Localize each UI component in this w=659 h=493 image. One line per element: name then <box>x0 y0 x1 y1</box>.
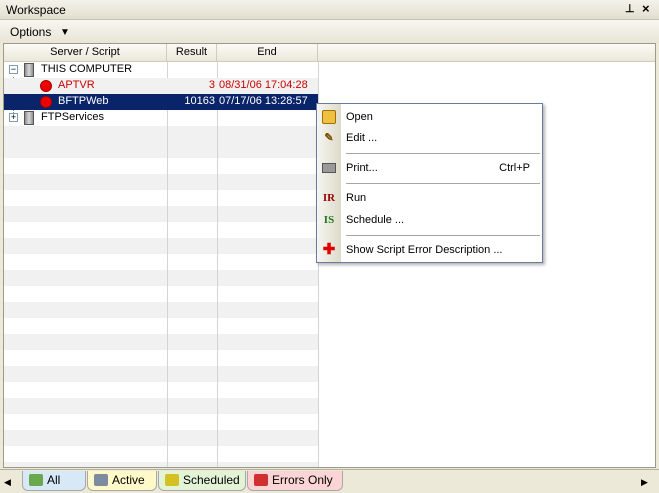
options-menu-button[interactable]: Options ▼ <box>4 23 74 40</box>
active-scripts-icon <box>94 474 108 486</box>
all-scripts-icon <box>29 474 43 486</box>
tab-errors-only[interactable]: Errors Only <box>247 471 343 491</box>
dropdown-arrow-icon: ▼ <box>60 27 70 38</box>
end-time: 08/31/06 17:04:28 <box>219 79 308 91</box>
scroll-left-icon[interactable]: ◀ <box>4 477 11 488</box>
tree-row-computer[interactable]: − THIS COMPUTER <box>4 62 318 78</box>
empty-row <box>4 302 318 318</box>
options-toolbar: Options ▼ <box>0 20 659 43</box>
workspace-titlebar: Workspace ⊥ × <box>0 0 659 20</box>
empty-row <box>4 238 318 254</box>
column-header-filler <box>318 44 655 62</box>
ftpservices-label: FTPServices <box>41 111 104 123</box>
column-header-server[interactable]: Server / Script <box>4 44 167 62</box>
column-header-end[interactable]: End <box>217 44 318 62</box>
computer-icon <box>24 111 34 125</box>
scheduled-scripts-icon <box>165 474 179 486</box>
script-name: APTVR <box>58 79 95 91</box>
error-status-icon <box>40 80 52 92</box>
empty-row <box>4 270 318 286</box>
run-script-icon: IR <box>322 192 336 204</box>
empty-row <box>4 206 318 222</box>
end-time: 07/17/06 13:28:57 <box>219 95 308 107</box>
empty-row <box>4 174 318 190</box>
menu-item-schedule[interactable]: IS Schedule ... <box>317 210 542 230</box>
tab-scheduled[interactable]: Scheduled <box>158 471 246 491</box>
table-row[interactable]: APTVR 3 08/31/06 17:04:28 <box>4 78 318 94</box>
empty-row <box>4 430 318 446</box>
context-menu: Open ✎ Edit ... Print... Ctrl+P IR Run I… <box>316 103 543 263</box>
printer-icon <box>322 163 336 173</box>
scroll-right-icon[interactable]: ▶ <box>641 477 648 488</box>
tab-active[interactable]: Active <box>87 471 157 491</box>
menu-item-open[interactable]: Open <box>317 107 542 127</box>
edit-icon: ✎ <box>324 132 334 144</box>
close-icon[interactable]: × <box>642 1 650 16</box>
folder-open-icon <box>322 110 336 124</box>
table-row-selected[interactable]: BFTPWeb 10163 07/17/06 13:28:57 <box>4 94 318 110</box>
red-cross-icon: ✚ <box>322 241 336 258</box>
window-title: Workspace <box>6 3 66 17</box>
menu-separator <box>346 235 540 236</box>
menu-item-edit[interactable]: ✎ Edit ... <box>317 128 542 148</box>
menu-separator <box>346 153 540 154</box>
tab-all[interactable]: All <box>22 471 86 491</box>
empty-row <box>4 366 318 382</box>
print-shortcut: Ctrl+P <box>499 162 530 174</box>
tree-row-ftpservices[interactable]: + FTPServices <box>4 110 318 126</box>
empty-row <box>4 334 318 350</box>
column-header-result[interactable]: Result <box>167 44 217 62</box>
empty-row <box>4 398 318 414</box>
pin-icon[interactable]: ⊥ <box>625 2 635 15</box>
menu-separator <box>346 183 540 184</box>
schedule-icon: IS <box>323 214 335 226</box>
expand-toggle[interactable]: + <box>9 112 18 122</box>
menu-item-print[interactable]: Print... Ctrl+P <box>317 158 542 178</box>
result-value: 3 <box>208 79 215 91</box>
filter-tab-bar: ◀ All Active Scheduled Errors Only ▶ <box>0 469 659 493</box>
menu-item-show-error[interactable]: ✚ Show Script Error Description ... <box>317 240 542 260</box>
menu-item-run[interactable]: IR Run <box>317 188 542 208</box>
options-label: Options <box>10 25 52 39</box>
error-scripts-icon <box>254 474 268 486</box>
empty-row <box>4 126 318 142</box>
error-status-icon <box>40 96 52 108</box>
computer-icon <box>24 63 34 77</box>
computer-label: THIS COMPUTER <box>41 63 133 75</box>
collapse-toggle[interactable]: − <box>9 64 18 74</box>
empty-row <box>4 142 318 158</box>
script-name: BFTPWeb <box>58 95 109 107</box>
empty-row <box>4 462 318 467</box>
result-value: 10163 <box>184 95 215 107</box>
